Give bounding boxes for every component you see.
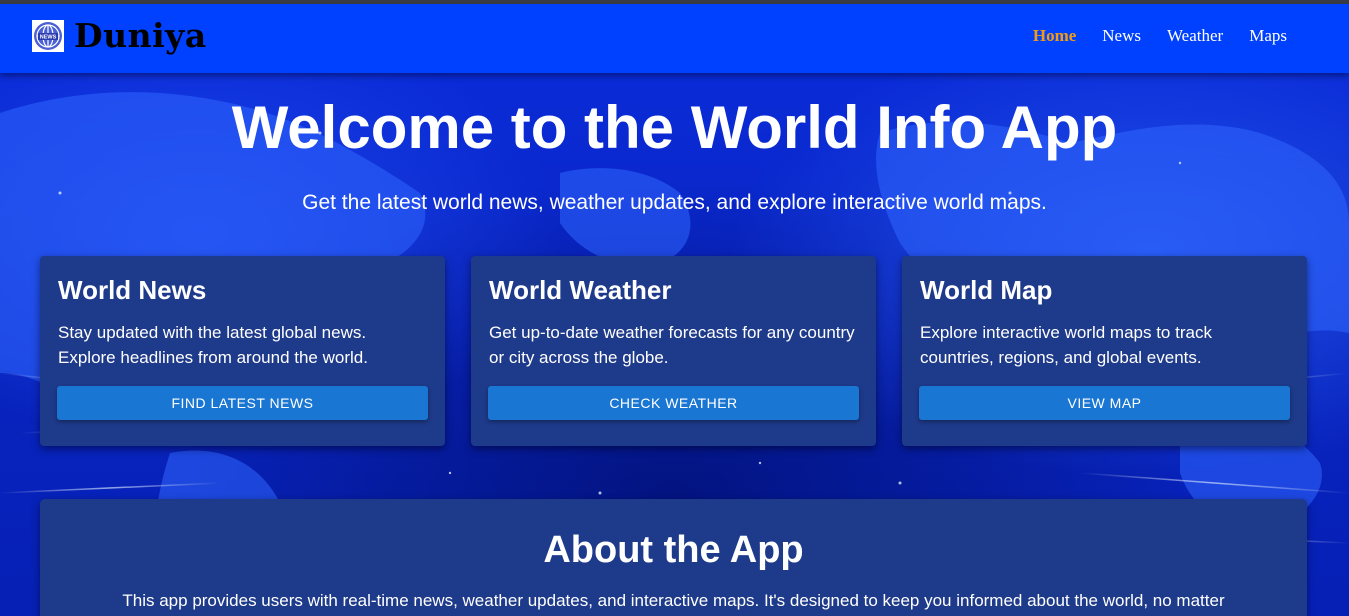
nav-link-weather[interactable]: Weather <box>1167 26 1223 46</box>
card-world-weather: World Weather Get up-to-date weather for… <box>471 256 876 446</box>
hero-title: Welcome to the World Info App <box>231 94 1118 161</box>
logo-badge-text: NEWS <box>40 35 57 41</box>
navbar: NEWS Duniya Home News Weather Maps <box>0 4 1349 73</box>
card-world-map: World Map Explore interactive world maps… <box>902 256 1307 446</box>
hero-subtitle: Get the latest world news, weather updat… <box>302 191 1047 214</box>
card-title: World Weather <box>489 275 672 305</box>
card-title: World Map <box>920 275 1053 305</box>
check-weather-button[interactable]: CHECK WEATHER <box>488 386 859 420</box>
view-map-button[interactable]: VIEW MAP <box>919 386 1290 420</box>
about-section: About the App This app provides users wi… <box>40 499 1307 616</box>
about-title: About the App <box>543 529 804 571</box>
card-world-news: World News Stay updated with the latest … <box>40 256 445 446</box>
find-latest-news-button[interactable]: FIND LATEST NEWS <box>57 386 428 420</box>
nav-link-maps[interactable]: Maps <box>1249 26 1287 46</box>
card-title: World News <box>58 275 207 305</box>
nav-link-news[interactable]: News <box>1102 26 1141 46</box>
brand-name[interactable]: Duniya <box>74 16 207 56</box>
card-description: Explore interactive world maps to track … <box>920 323 1212 367</box>
card-description: Get up-to-date weather forecasts for any… <box>489 323 855 367</box>
globe-news-icon: NEWS <box>32 20 64 52</box>
brand[interactable]: NEWS Duniya <box>32 16 207 56</box>
card-description: Stay updated with the latest global news… <box>58 323 368 367</box>
nav-link-home[interactable]: Home <box>1033 26 1076 46</box>
about-text: This app provides users with real-time n… <box>122 591 1225 610</box>
nav-links: Home News Weather Maps <box>1007 26 1287 46</box>
